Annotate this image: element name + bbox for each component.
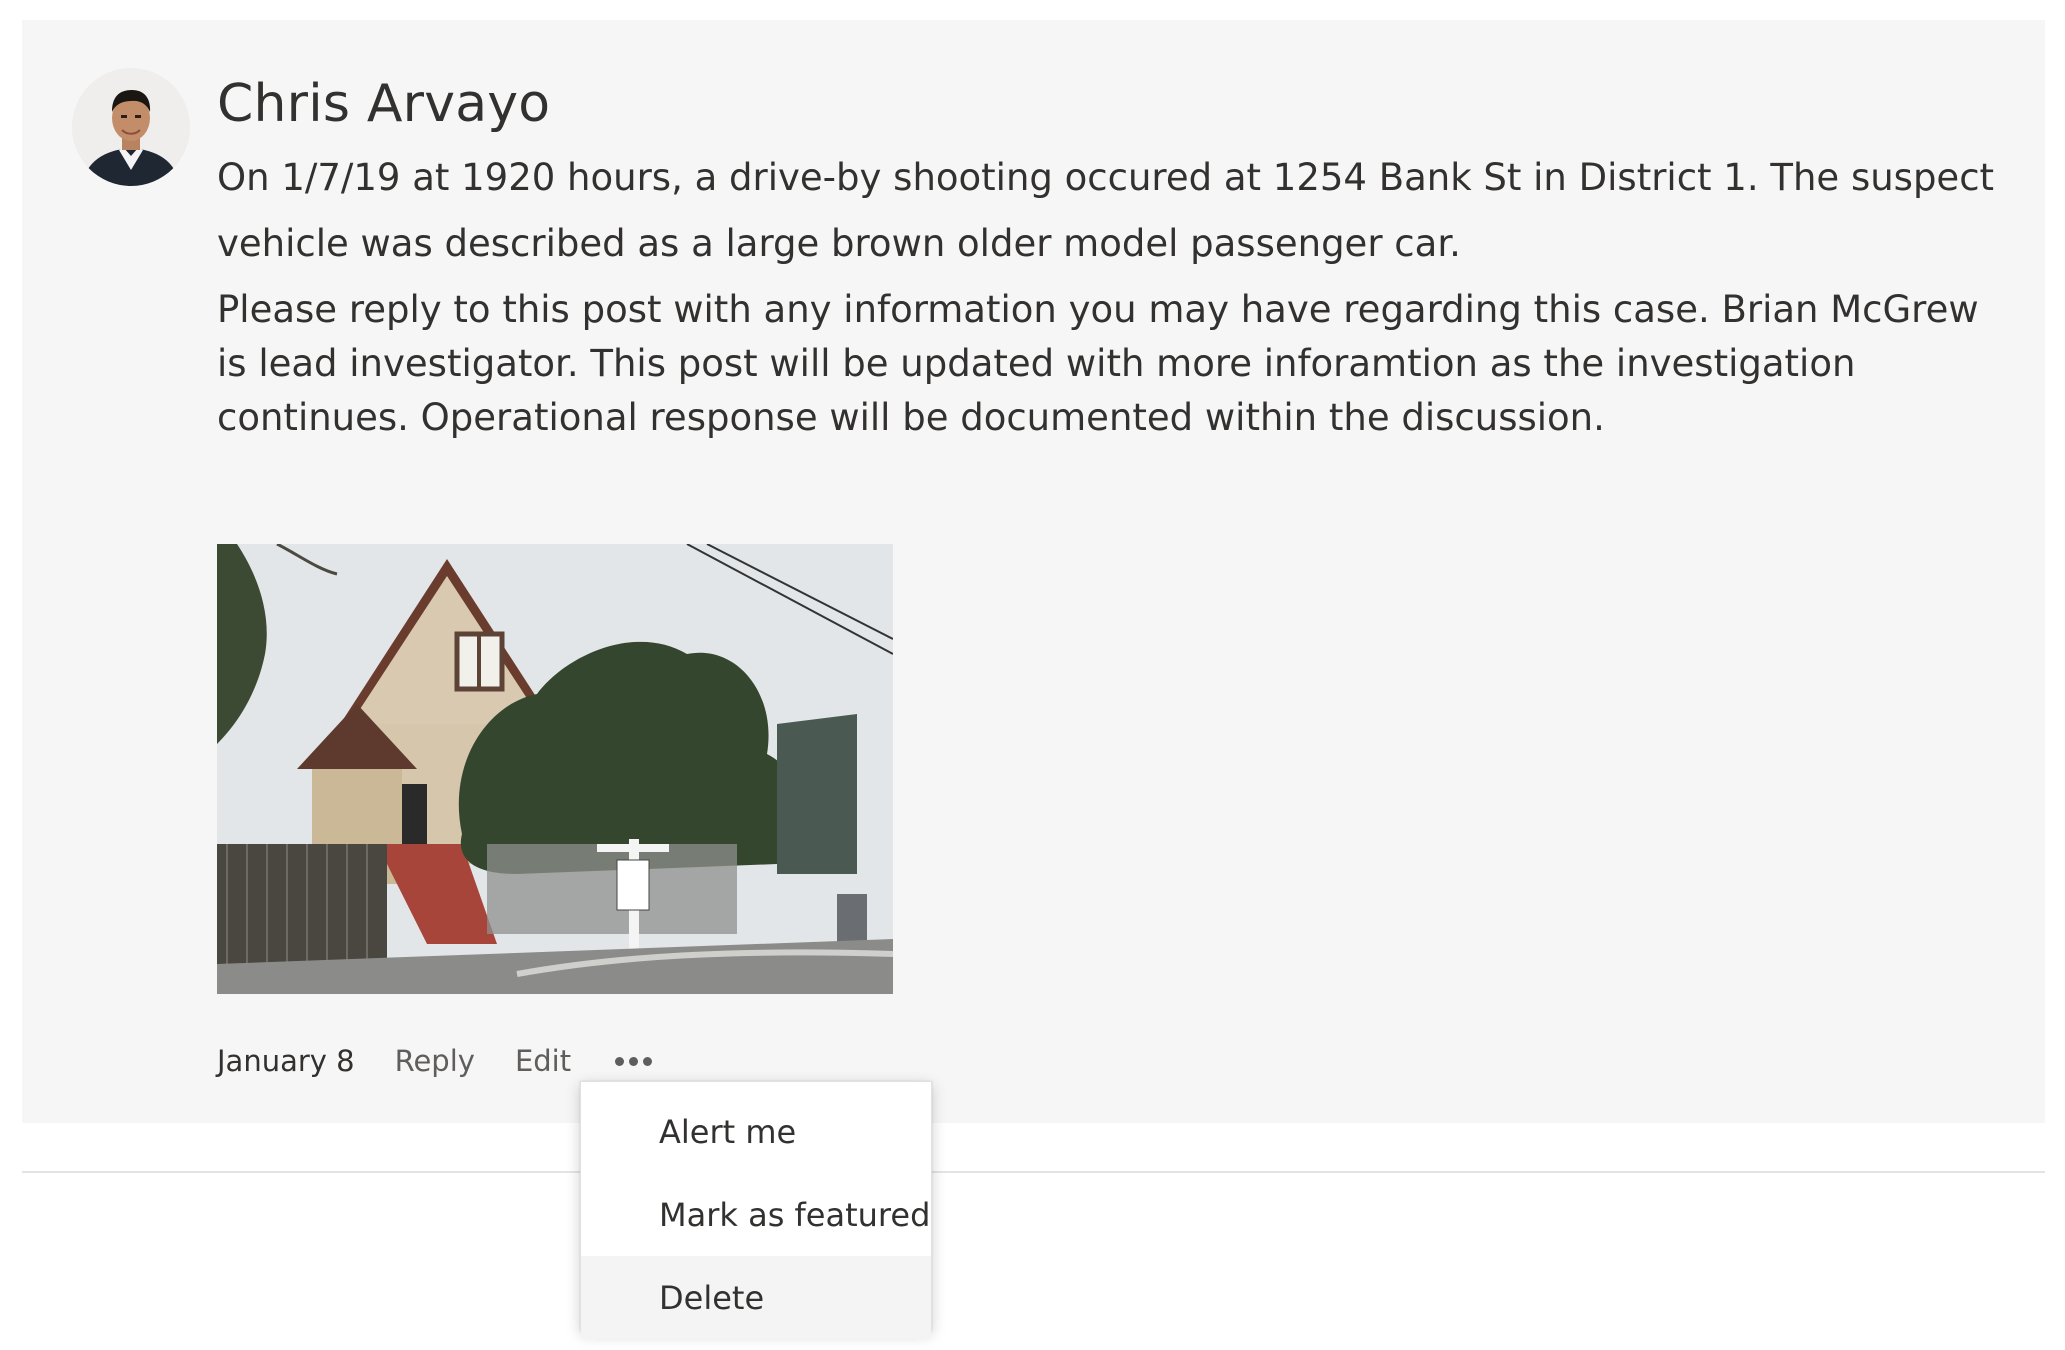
menu-item-mark-as-featured[interactable]: Mark as featured (581, 1173, 931, 1256)
post-date: January 8 (217, 1044, 355, 1078)
post-paragraph-2: Please reply to this post with any infor… (217, 288, 1979, 439)
menu-item-alert-me[interactable]: Alert me (581, 1090, 931, 1173)
post-paragraph-1: On 1/7/19 at 1920 hours, a drive-by shoo… (217, 156, 1995, 265)
post-image-house[interactable] (217, 544, 893, 994)
post-divider (22, 1171, 2045, 1173)
menu-item-delete[interactable]: Delete (581, 1256, 931, 1339)
more-horizontal-icon (615, 1056, 625, 1066)
reply-button[interactable]: Reply (395, 1044, 475, 1078)
more-horizontal-icon (643, 1056, 653, 1066)
post-body: On 1/7/19 at 1920 hours, a drive-by shoo… (217, 145, 2017, 445)
author-avatar[interactable] (72, 68, 190, 186)
more-options-button[interactable] (611, 1041, 656, 1081)
more-horizontal-icon (629, 1056, 639, 1066)
more-options-menu: Alert me Mark as featured Delete (580, 1081, 932, 1339)
edit-button[interactable]: Edit (515, 1044, 571, 1078)
post-author-name[interactable]: Chris Arvayo (217, 72, 550, 136)
post-actions-bar: January 8 Reply Edit (217, 1041, 656, 1081)
